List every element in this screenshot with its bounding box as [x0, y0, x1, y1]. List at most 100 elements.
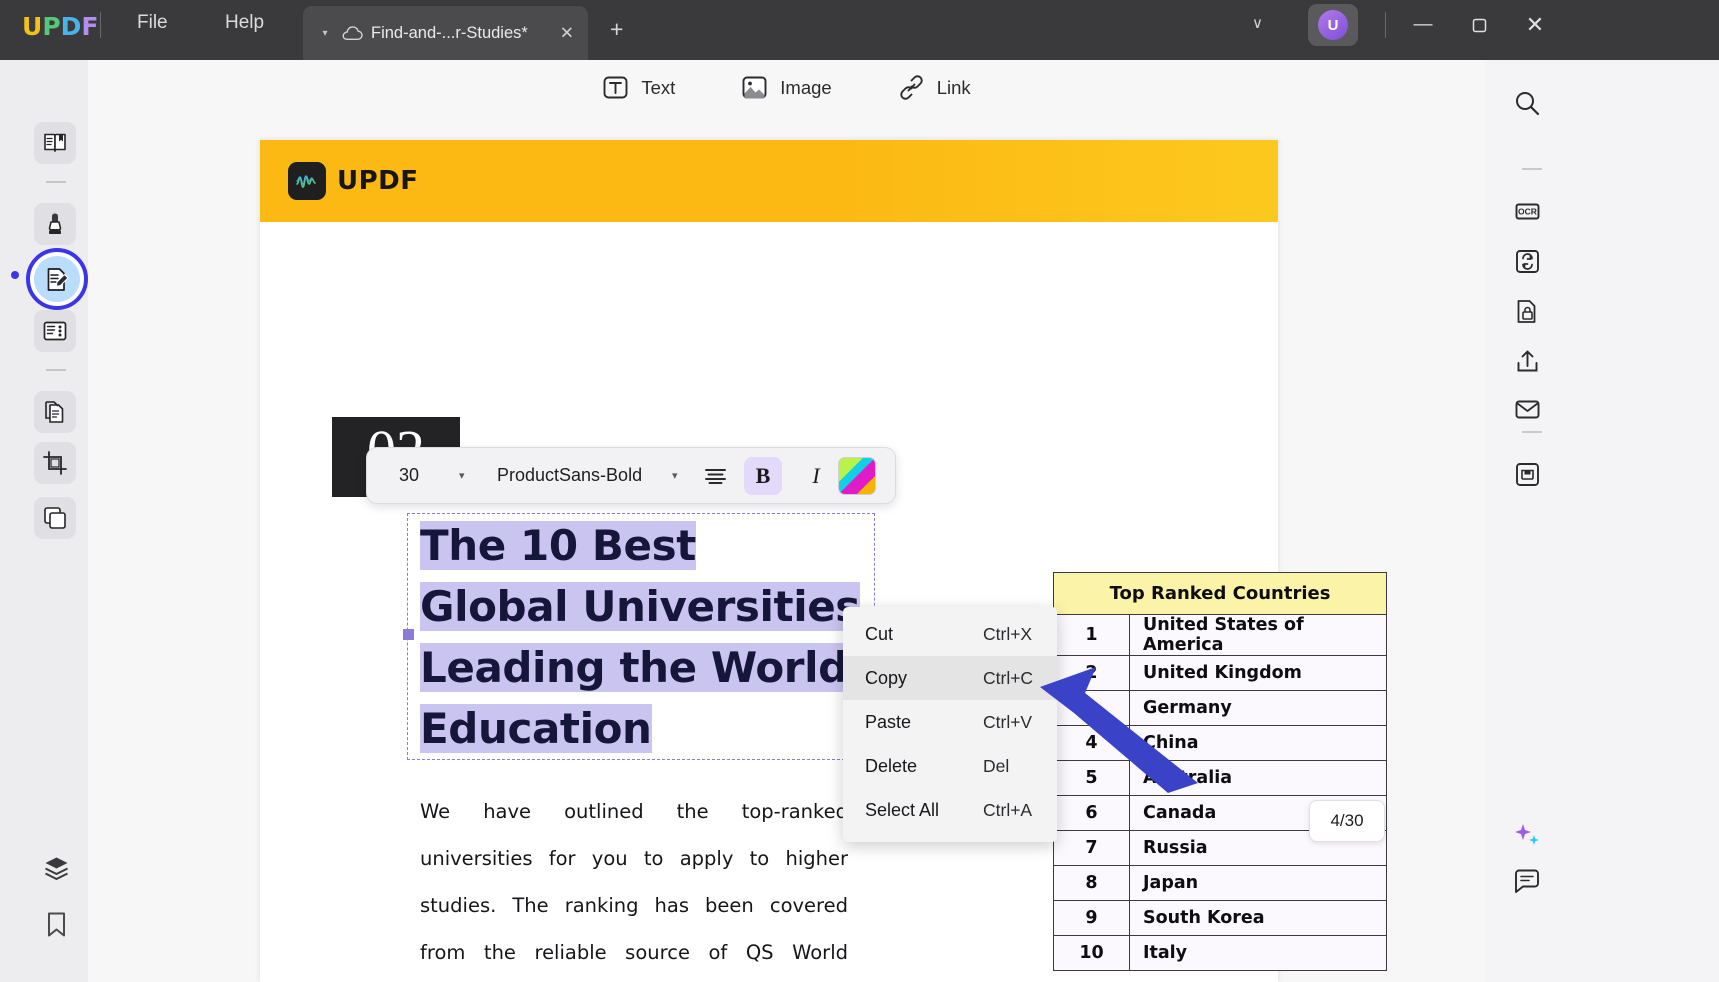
share-icon[interactable]	[1506, 340, 1548, 382]
sidebar-item-form[interactable]	[34, 310, 76, 352]
new-tab-button[interactable]: +	[610, 16, 623, 43]
save-to-cloud-icon[interactable]	[1506, 453, 1548, 495]
window-close-button[interactable]: ✕	[1512, 8, 1558, 42]
updf-application-window: UPDF File Help ▾ Find-and-...r-Studies* …	[0, 0, 1719, 982]
left-sidebar	[0, 60, 88, 982]
tab-close-icon[interactable]: ✕	[560, 25, 574, 42]
context-menu-item-select-all[interactable]: Select All Ctrl+A	[843, 788, 1057, 832]
sidebar-item-reader[interactable]	[34, 122, 76, 164]
sidebar-divider	[46, 369, 66, 371]
page-body-text[interactable]: We have outlined the top-ranked universi…	[420, 788, 848, 982]
sidebar-divider	[1522, 431, 1542, 433]
context-menu-label: Select All	[865, 800, 939, 821]
sidebar-item-edit-pdf[interactable]	[26, 248, 88, 310]
pdf-page[interactable]: UPDF 02 The 10 Best Global Universities …	[260, 140, 1278, 982]
context-menu-label: Cut	[865, 624, 893, 645]
bold-button[interactable]: B	[744, 457, 782, 495]
font-size-value[interactable]: 30	[399, 465, 419, 486]
toolbar-text-button[interactable]: Text	[602, 74, 675, 101]
logo-letter-f: F	[81, 12, 98, 41]
table-cell-rank: 10	[1054, 936, 1130, 971]
table-cell-country: South Korea	[1130, 901, 1387, 936]
protect-icon[interactable]	[1506, 290, 1548, 332]
context-menu-item-delete[interactable]: Delete Del	[843, 744, 1057, 788]
tab-dropdown-caret[interactable]: ▾	[312, 28, 338, 39]
font-size-chevron-down-icon[interactable]: ▾	[459, 469, 465, 482]
context-menu-label: Delete	[865, 756, 917, 777]
table-row: 8 Japan	[1054, 866, 1387, 901]
context-menu-item-cut[interactable]: Cut Ctrl+X	[843, 612, 1057, 656]
table-cell-country: United States of America	[1130, 615, 1387, 656]
image-icon	[741, 74, 768, 101]
document-tab[interactable]: ▾ Find-and-...r-Studies* ✕	[303, 6, 588, 60]
italic-button[interactable]: I	[797, 457, 835, 495]
tab-title: Find-and-...r-Studies*	[371, 24, 528, 43]
page-banner: UPDF	[260, 140, 1278, 222]
toolbar-link-label: Link	[937, 77, 971, 99]
headline-line-3: Leading the World	[420, 643, 848, 692]
banner-brand: UPDF	[337, 166, 419, 196]
updf-logo: UPDF	[22, 12, 98, 41]
font-family-chevron-down-icon[interactable]: ▾	[672, 469, 678, 482]
headline-line-1: The 10 Best	[420, 521, 696, 570]
window-minimize-button[interactable]: —	[1400, 8, 1446, 42]
menu-help[interactable]: Help	[225, 12, 264, 34]
sidebar-item-highlighter[interactable]	[34, 203, 76, 245]
avatar-divider	[1385, 12, 1386, 38]
comment-icon[interactable]	[1506, 860, 1548, 902]
sidebar-item-organize-pages[interactable]	[34, 391, 76, 433]
toolbar-image-button[interactable]: Image	[741, 74, 831, 101]
avatar-initial: U	[1318, 10, 1348, 40]
page-headline[interactable]: The 10 Best Global Universities Leading …	[420, 515, 890, 759]
context-menu-shortcut: Ctrl+A	[983, 800, 1032, 821]
edit-pdf-icon	[34, 256, 80, 302]
toolbar-text-label: Text	[641, 77, 675, 99]
title-bar: UPDF File Help ▾ Find-and-...r-Studies* …	[0, 0, 1719, 60]
svg-text:OCR: OCR	[1518, 206, 1537, 216]
table-row: 10 Italy	[1054, 936, 1387, 971]
chevron-down-icon[interactable]: ∨	[1252, 14, 1263, 32]
updf-mark-icon	[288, 162, 326, 200]
menu-file[interactable]: File	[137, 12, 168, 34]
align-icon[interactable]	[704, 466, 727, 486]
edit-toolbar: Text Image	[88, 60, 1485, 115]
sidebar-item-crop[interactable]	[34, 442, 76, 484]
pointer-arrow-annotation	[1038, 665, 1208, 795]
sidebar-item-bookmark[interactable]	[40, 908, 72, 940]
selection-handle[interactable]	[403, 629, 414, 640]
mail-icon[interactable]	[1506, 388, 1548, 430]
ai-assistant-icon[interactable]	[1506, 815, 1548, 857]
context-menu-item-copy[interactable]: Copy Ctrl+C	[843, 656, 1057, 700]
context-menu-shortcut: Ctrl+X	[983, 624, 1032, 645]
text-format-toolbar[interactable]: 30 ▾ ProductSans-Bold ▾ B I	[366, 447, 896, 504]
logo-letter-d: D	[61, 12, 82, 41]
sidebar-divider	[1522, 168, 1542, 170]
page-indicator[interactable]: 4/30	[1309, 800, 1385, 842]
logo-letter-u: U	[22, 12, 42, 41]
table-header-row: Top Ranked Countries	[1054, 573, 1387, 615]
sidebar-divider	[46, 181, 66, 183]
avatar[interactable]: U	[1308, 4, 1358, 46]
headline-line-4: Education	[420, 704, 652, 753]
right-sidebar: 4/30 OCR	[1485, 60, 1719, 982]
ocr-icon[interactable]: OCR	[1506, 190, 1548, 232]
context-menu-item-paste[interactable]: Paste Ctrl+V	[843, 700, 1057, 744]
sidebar-item-batch[interactable]	[34, 497, 76, 539]
table-cell-rank: 9	[1054, 901, 1130, 936]
window-maximize-button[interactable]	[1456, 8, 1502, 42]
toolbar-link-button[interactable]: Link	[898, 74, 971, 101]
context-menu-label: Copy	[865, 668, 907, 689]
context-menu[interactable]: Cut Ctrl+X Copy Ctrl+C Paste Ctrl+V Dele…	[843, 607, 1057, 842]
table-cell-rank: 1	[1054, 615, 1130, 656]
font-family-value[interactable]: ProductSans-Bold	[497, 465, 642, 486]
text-box-icon	[602, 74, 629, 101]
compare-icon[interactable]	[1506, 240, 1548, 282]
logo-divider	[100, 12, 101, 38]
text-color-swatch[interactable]	[838, 457, 876, 495]
search-icon[interactable]	[1506, 82, 1548, 124]
context-menu-shortcut: Ctrl+C	[983, 668, 1033, 689]
sidebar-item-layers[interactable]	[40, 852, 72, 884]
link-icon	[898, 74, 925, 101]
table-row: 9 South Korea	[1054, 901, 1387, 936]
context-menu-label: Paste	[865, 712, 911, 733]
